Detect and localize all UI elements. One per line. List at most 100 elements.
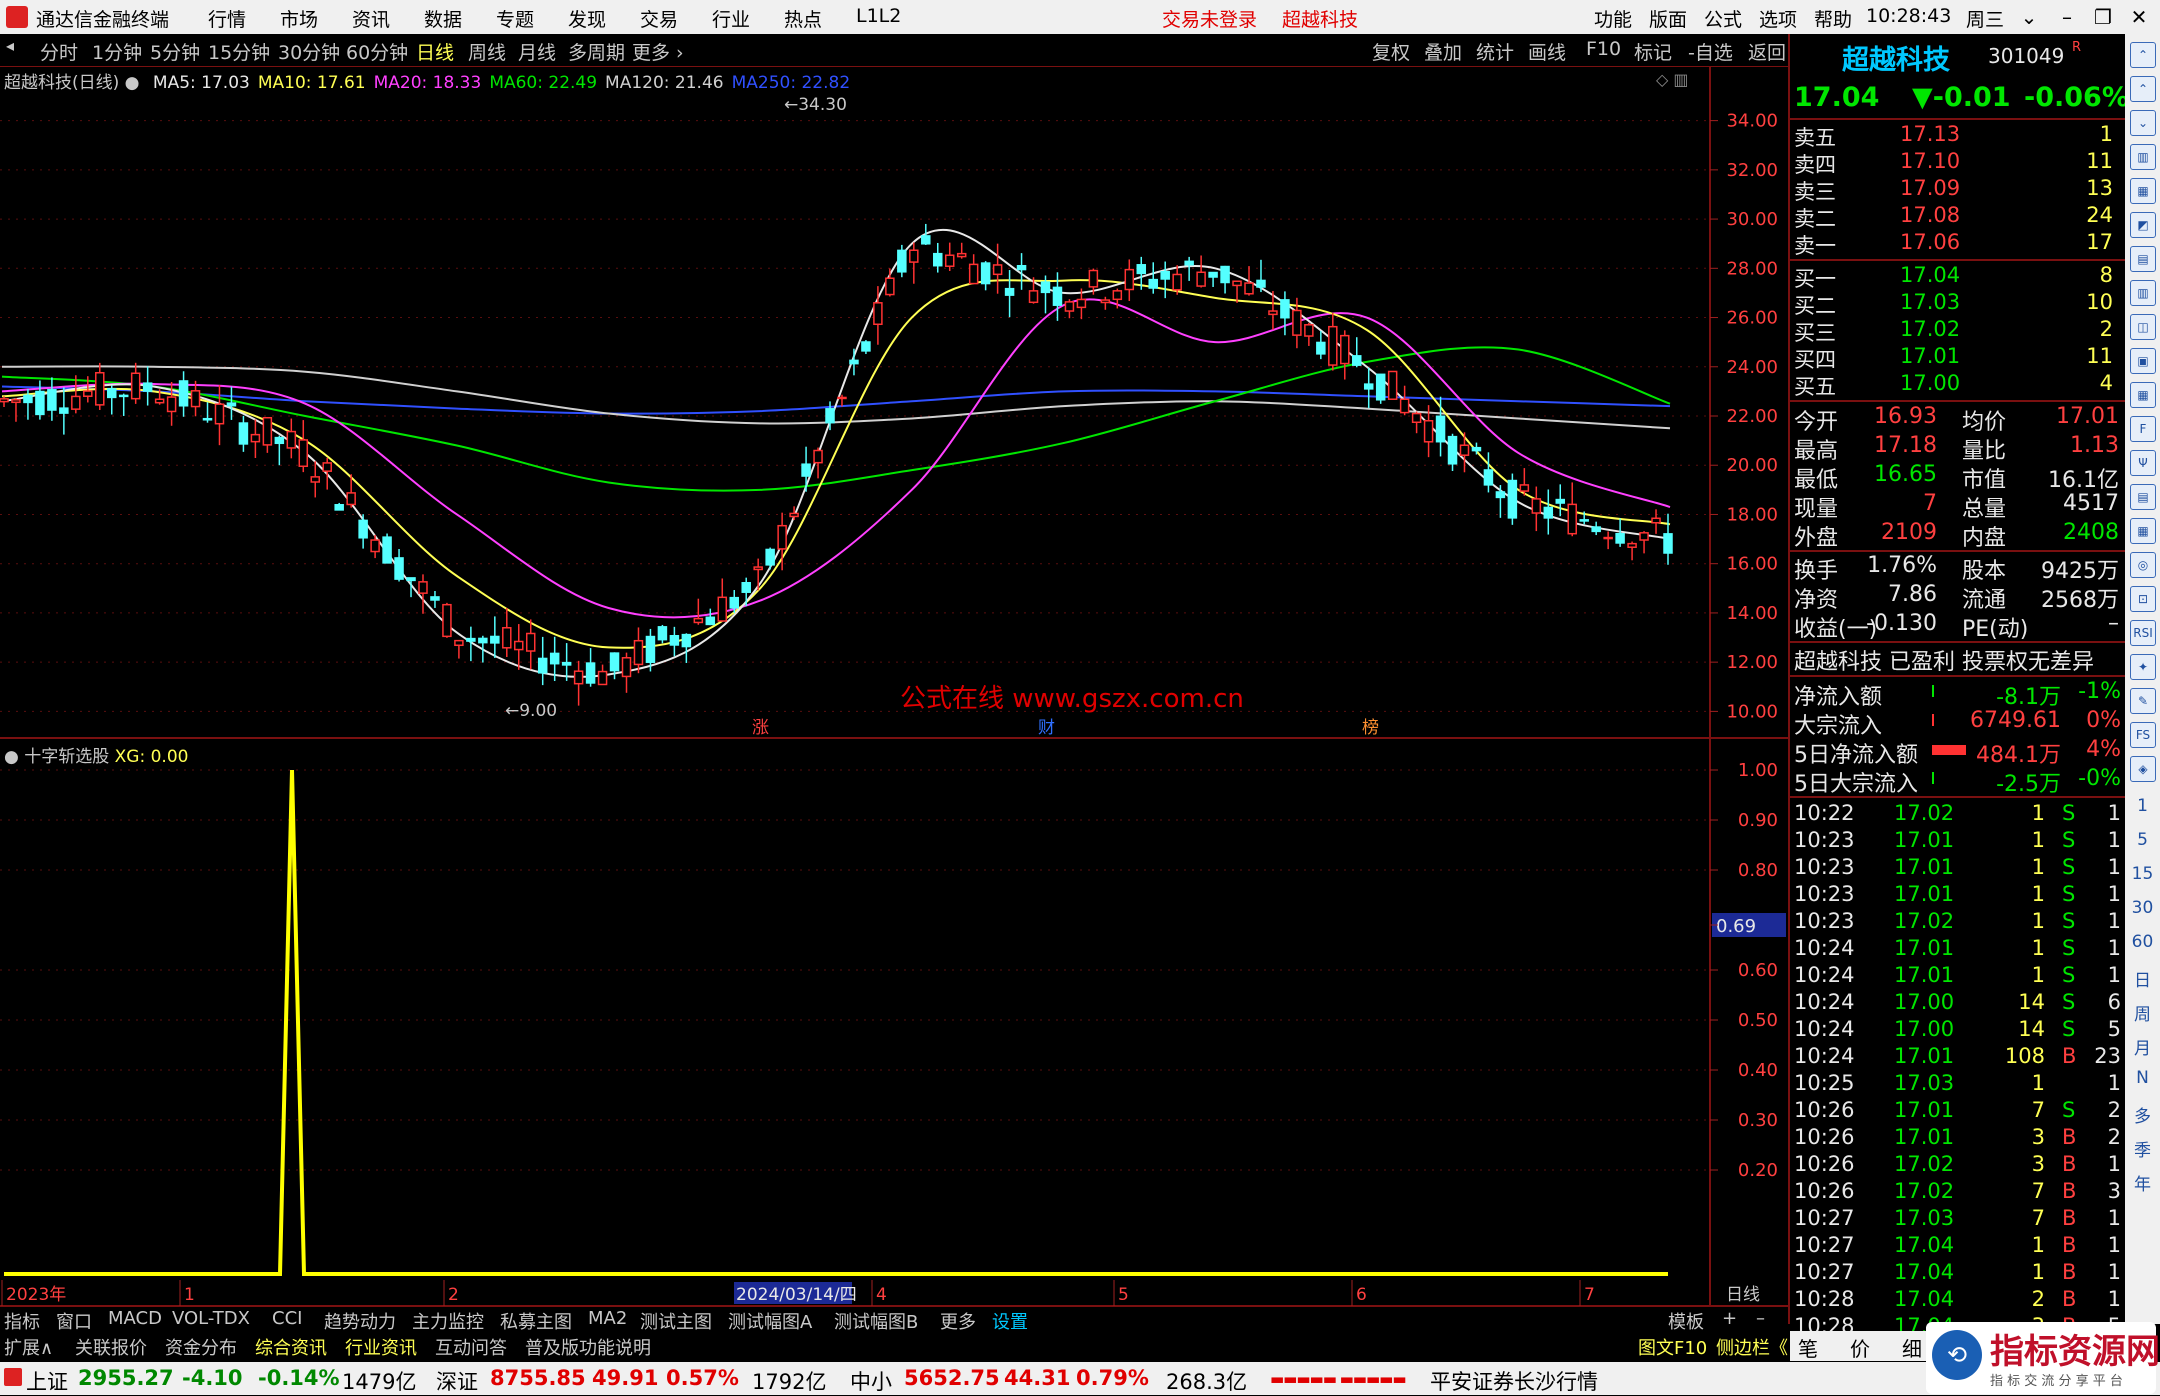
tool-button-4[interactable]: F10 [1586,38,1621,60]
menu-4[interactable]: 专题 [496,5,534,32]
indicator-tab-9[interactable]: 测试主图 [640,1308,712,1334]
side-tool-icon[interactable]: ▥ [2130,280,2156,306]
side-tool-icon[interactable]: ✎ [2130,688,2156,714]
indicator-tab-3[interactable]: VOL-TDX [172,1308,250,1329]
side-period-4[interactable]: 60 [2125,932,2160,952]
indicator-tab-5[interactable]: 趋势动力 [324,1308,396,1334]
event-marker-label[interactable]: 榜 [1362,718,1379,738]
menu-5[interactable]: 发现 [568,5,606,32]
zx-label[interactable]: 中小 [850,1366,892,1396]
extension-tab-5[interactable]: 互动问答 [435,1334,507,1360]
side-tool-icon[interactable]: ▦ [2130,178,2156,204]
side-period-6[interactable]: 周 [2125,1000,2160,1025]
side-tool-icon[interactable]: ✦ [2130,654,2156,680]
side-tool-icon[interactable]: ⌄ [2130,110,2156,136]
stock-tags[interactable]: 超越科技 已盈利 投票权无差异 [1790,644,2125,675]
side-tool-icon[interactable]: ◈ [2130,756,2156,782]
indicator-tab-10[interactable]: 测试幅图A [728,1308,812,1334]
indicator-tab-7[interactable]: 私募主图 [500,1308,572,1334]
ask-row[interactable]: 卖二 17.08 24 [1790,203,2125,231]
sub-indicator-chart[interactable]: 1.00 0.90 0.80 0.69 0.60 0.50 0.40 0.30 0.20 2023… [0,740,1788,1307]
main-kline-chart[interactable]: 34.00 32.00 30.00 28.00 26.00 24.00 22.00 20.00… [0,66,1788,740]
kline-svg[interactable]: 34.00 32.00 30.00 28.00 26.00 24.00 22.00 20.00… [0,66,1788,740]
side-tool-icon[interactable]: ⊡ [2130,586,2156,612]
side-period-5[interactable]: 日 [2125,966,2160,991]
indicator-tab-0[interactable]: 指标 [4,1308,40,1334]
indicator-tab-11[interactable]: 测试幅图B [834,1308,918,1334]
period-tab-0[interactable]: 分时 [40,38,78,65]
side-period-7[interactable]: 月 [2125,1034,2160,1059]
bid-row[interactable]: 买二 17.03 10 [1790,290,2125,318]
side-period-8[interactable]: N [2125,1068,2160,1088]
period-tab-1[interactable]: 1分钟 [92,38,142,65]
ask-row[interactable]: 卖三 17.09 13 [1790,176,2125,204]
period-tab-6[interactable]: 日线 [416,38,454,65]
side-tool-icon[interactable]: ▤ [2130,484,2156,510]
close-icon[interactable]: ✕ [2122,2,2156,32]
template-tab-1[interactable]: + [1722,1308,1737,1329]
menu-9[interactable]: L1L2 [856,5,901,27]
side-tool-icon[interactable]: ⌃ [2130,76,2156,102]
side-tool-icon[interactable]: ▥ [2130,144,2156,170]
extension-tab-0[interactable]: 扩展∧ [4,1334,53,1360]
indicator-svg[interactable]: 1.00 0.90 0.80 0.69 0.60 0.50 0.40 0.30 0.20 2023… [0,740,1788,1307]
template-tab-0[interactable]: 模板 [1668,1308,1704,1334]
tool-button-5[interactable]: 标记 [1634,38,1672,65]
template-tab-2[interactable]: – [1756,1308,1765,1329]
quote-tab-0[interactable]: 笔 [1798,1333,1818,1362]
tool-button-7[interactable]: 返回 [1748,38,1786,65]
tool-button-0[interactable]: 复权 [1372,38,1410,65]
side-period-0[interactable]: 1 [2125,796,2160,816]
dropdown-icon[interactable]: ⌄ [2012,2,2046,32]
right-menu-0[interactable]: 功能 [1594,5,1632,32]
quote-tab-2[interactable]: 细 [1902,1333,1922,1362]
side-tool-icon[interactable]: ▦ [2130,382,2156,408]
bid-row[interactable]: 买五 17.00 4 [1790,371,2125,399]
extension-tab-6[interactable]: 普及版功能说明 [525,1334,651,1360]
indicator-tab-1[interactable]: 窗口 [56,1308,92,1334]
right-menu-2[interactable]: 公式 [1704,5,1742,32]
restore-icon[interactable]: ❐ [2086,2,2120,32]
indicator-tab-8[interactable]: MA2 [588,1308,627,1329]
indicator-tab-13[interactable]: 设置 [992,1308,1028,1334]
tool-button-6[interactable]: -自选 [1688,38,1733,65]
tool-button-3[interactable]: 画线 [1528,38,1566,65]
minimize-icon[interactable]: – [2050,2,2084,32]
event-marker-label[interactable]: 涨 [752,718,769,738]
extension-right-tab-0[interactable]: 图文F10 [1638,1334,1707,1360]
side-tool-icon[interactable]: ⌃ [2130,42,2156,68]
period-tab-4[interactable]: 30分钟 [278,38,340,65]
menu-7[interactable]: 行业 [712,5,750,32]
side-tool-icon[interactable]: ◫ [2130,314,2156,340]
indicator-tab-2[interactable]: MACD [108,1308,162,1329]
menu-2[interactable]: 资讯 [352,5,390,32]
side-tool-icon[interactable]: ▤ [2130,246,2156,272]
period-tab-7[interactable]: 周线 [468,38,506,65]
period-tab-10[interactable]: 更多 › [632,38,684,65]
indicator-settings-icon[interactable]: ● [4,747,19,767]
side-period-3[interactable]: 30 [2125,898,2160,918]
side-tool-icon[interactable]: FS [2130,722,2156,748]
bid-row[interactable]: 买四 17.01 11 [1790,344,2125,372]
tool-button-1[interactable]: 叠加 [1424,38,1462,65]
indicator-tab-6[interactable]: 主力监控 [412,1308,484,1334]
quote-tab-1[interactable]: 价 [1850,1333,1870,1362]
menu-8[interactable]: 热点 [784,5,822,32]
right-menu-1[interactable]: 版面 [1649,5,1687,32]
bid-row[interactable]: 买三 17.02 2 [1790,317,2125,345]
extension-tab-3[interactable]: 综合资讯 [255,1334,327,1360]
trade-status[interactable]: 交易未登录 [1162,5,1257,32]
side-tool-icon[interactable]: ◩ [2130,212,2156,238]
side-tool-icon[interactable]: ▦ [2130,518,2156,544]
period-tab-5[interactable]: 60分钟 [346,38,408,65]
right-menu-4[interactable]: 帮助 [1814,5,1852,32]
collapse-icon[interactable]: ◂ [6,36,14,55]
side-tool-icon[interactable]: F [2130,416,2156,442]
extension-right-tab-1[interactable]: 侧边栏《 [1716,1334,1788,1360]
side-period-11[interactable]: 年 [2125,1170,2160,1195]
side-tool-icon[interactable]: ◎ [2130,552,2156,578]
right-menu-3[interactable]: 选项 [1759,5,1797,32]
period-tab-3[interactable]: 15分钟 [208,38,270,65]
side-period-1[interactable]: 5 [2125,830,2160,850]
ask-row[interactable]: 卖五 17.13 1 [1790,122,2125,150]
